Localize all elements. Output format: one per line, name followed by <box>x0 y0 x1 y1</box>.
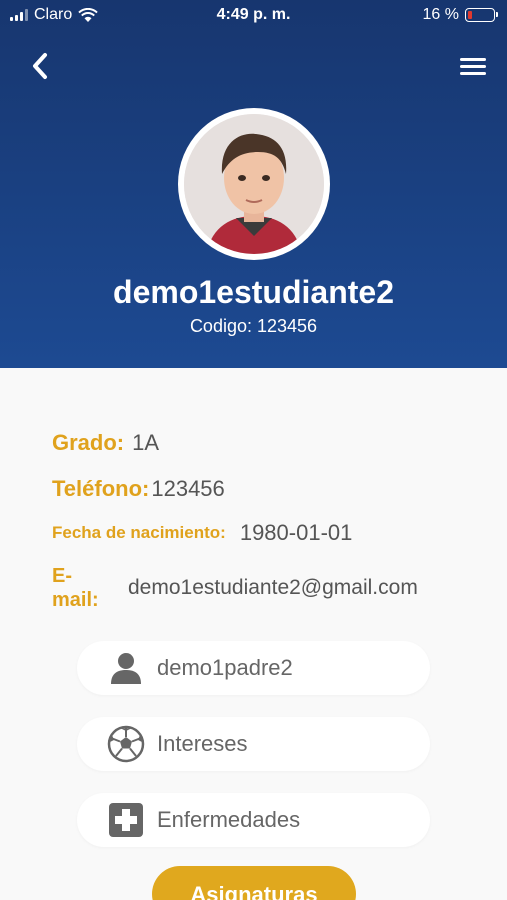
student-username: demo1estudiante2 <box>113 274 394 310</box>
subjects-button[interactable]: Asignaturas <box>152 866 356 900</box>
status-right: 16 % <box>422 6 498 24</box>
interests-label: Intereses <box>157 731 248 756</box>
parent-button[interactable]: demo1padre2 <box>77 641 430 695</box>
birthdate-value: 1980-01-01 <box>239 520 353 545</box>
student-photo <box>184 114 324 254</box>
grade-label: Grado: <box>52 430 125 455</box>
soccer-ball-icon <box>107 725 145 763</box>
medical-cross-icon <box>107 801 145 839</box>
avatar <box>184 114 324 254</box>
avatar-frame <box>178 108 330 260</box>
battery-level <box>468 11 472 19</box>
student-code: Codigo: 123456 <box>189 316 318 336</box>
phone-label: Teléfono: <box>52 476 150 501</box>
email-label: E- mail: <box>52 565 99 611</box>
back-icon <box>33 53 47 79</box>
phone-value: 123456 <box>151 476 225 501</box>
email-value: demo1estudiante2@gmail.com <box>128 576 418 599</box>
phone-row: Teléfono: 123456 <box>52 476 225 502</box>
back-button[interactable] <box>22 48 58 84</box>
battery-icon <box>465 8 498 22</box>
person-icon <box>107 649 145 687</box>
menu-icon <box>460 57 486 61</box>
parent-name: demo1padre2 <box>157 655 293 680</box>
email-row: E- mail: demo1estudiante2@gmail.com <box>52 564 418 612</box>
battery-percent: 16 % <box>422 6 459 23</box>
grade-row: Grado: 1A <box>52 430 159 456</box>
subjects-label: Asignaturas <box>190 882 318 900</box>
diseases-button[interactable]: Enfermedades <box>77 793 430 847</box>
birthdate-label: Fecha de nacimiento: <box>52 523 226 542</box>
birthdate-row: Fecha de nacimiento: 1980-01-01 <box>52 520 352 546</box>
diseases-label: Enfermedades <box>157 807 301 832</box>
status-bar: Claro 4:49 p. m. 16 % <box>0 0 507 32</box>
profile-header: Claro 4:49 p. m. 16 % demo1estudiante2 C… <box>0 0 507 368</box>
interests-button[interactable]: Intereses <box>77 717 430 771</box>
menu-button[interactable] <box>455 48 491 84</box>
grade-value: 1A <box>132 430 160 455</box>
